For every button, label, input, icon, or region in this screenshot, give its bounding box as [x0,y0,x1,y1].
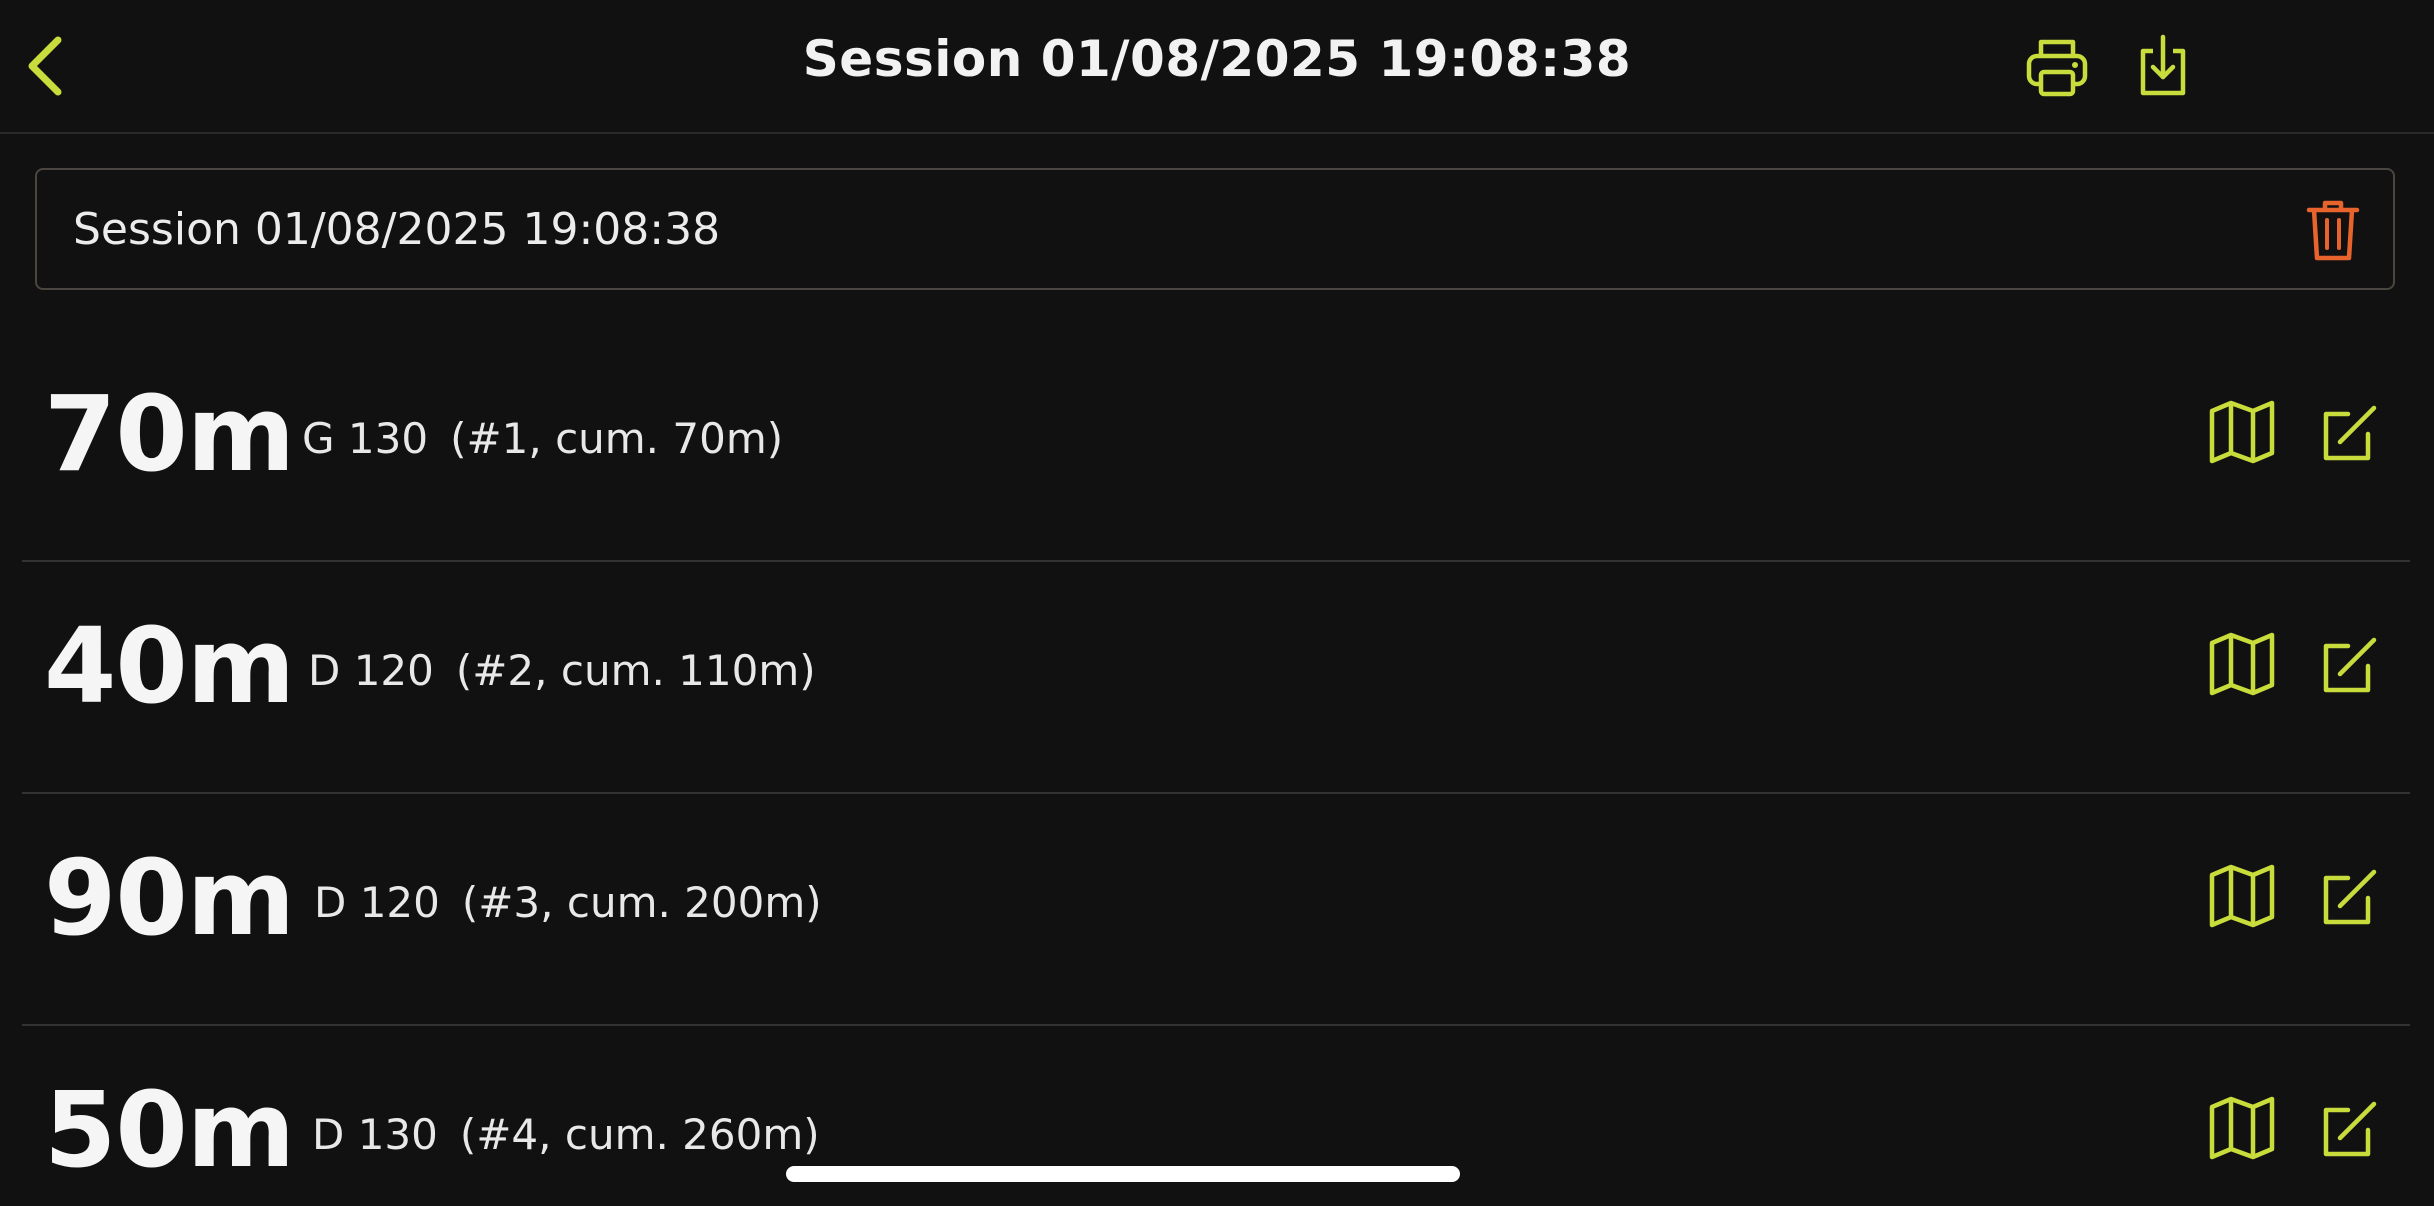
shot-row: 40m D 120 (#2, cum. 110m) [22,562,2410,794]
shot-club: D 120 [308,646,434,695]
shot-list: 70m G 130 (#1, cum. 70m) 40m D 120 (#2, … [22,330,2410,1206]
map-icon [2209,400,2275,464]
edit-shot-button[interactable] [2312,1088,2386,1168]
shot-info: (#4, cum. 260m) [459,1110,820,1159]
printer-icon [2026,39,2088,97]
delete-session-button[interactable] [2301,194,2365,266]
print-button[interactable] [2020,26,2094,106]
home-indicator[interactable] [786,1166,1460,1182]
session-detail-screen: Session 01/08/2025 19:08:38 Session 01/0… [0,0,2434,1206]
view-map-button[interactable] [2202,1088,2282,1168]
shot-distance: 70m [44,373,295,495]
edit-icon [2323,869,2377,925]
map-icon [2209,1096,2275,1160]
shot-detail: D 130 (#4, cum. 260m) [312,1114,820,1156]
shot-distance: 40m [44,605,295,727]
view-map-button[interactable] [2202,624,2282,704]
shot-row: 70m G 130 (#1, cum. 70m) [22,330,2410,562]
shot-info: (#3, cum. 200m) [461,878,822,927]
header-bar: Session 01/08/2025 19:08:38 [0,0,2434,134]
shot-club: D 130 [312,1110,438,1159]
download-icon [2140,34,2186,96]
shot-detail: G 130 (#1, cum. 70m) [302,418,783,460]
shot-row: 90m D 120 (#3, cum. 200m) [22,794,2410,1026]
edit-icon [2323,637,2377,693]
shot-club: G 130 [302,414,429,463]
shot-club: D 120 [314,878,440,927]
shot-distance: 50m [44,1069,295,1191]
shot-detail: D 120 (#2, cum. 110m) [308,650,816,692]
edit-shot-button[interactable] [2312,856,2386,936]
edit-shot-button[interactable] [2312,392,2386,472]
shot-detail: D 120 (#3, cum. 200m) [314,882,822,924]
download-button[interactable] [2128,26,2198,106]
view-map-button[interactable] [2202,856,2282,936]
edit-icon [2323,405,2377,461]
shot-distance: 90m [44,837,295,959]
shot-info: (#1, cum. 70m) [450,414,784,463]
session-name-input[interactable] [73,170,2223,288]
edit-icon [2323,1101,2377,1157]
edit-shot-button[interactable] [2312,624,2386,704]
map-icon [2209,864,2275,928]
view-map-button[interactable] [2202,392,2282,472]
trash-icon [2306,200,2360,261]
map-icon [2209,632,2275,696]
shot-info: (#2, cum. 110m) [455,646,816,695]
session-name-field [35,168,2395,290]
